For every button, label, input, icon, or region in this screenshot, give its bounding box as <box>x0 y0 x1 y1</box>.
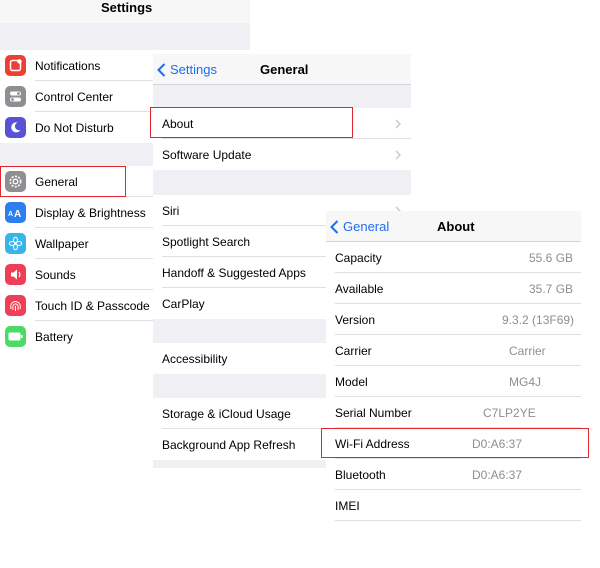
general-item-label: Siri <box>162 203 180 218</box>
settings-item-label: Wallpaper <box>35 236 89 251</box>
about-row-label: Serial Number <box>335 405 412 420</box>
about-row-label: IMEI <box>335 498 360 513</box>
chevron-right-icon <box>395 150 401 159</box>
display-brightness-icon: AA <box>5 202 26 223</box>
about-row-value: Carrier <box>509 343 546 358</box>
settings-item-label: Battery <box>35 329 74 344</box>
about-row-label: Wi-Fi Address <box>335 436 410 451</box>
speaker-icon <box>5 264 26 285</box>
back-label: General <box>343 219 390 234</box>
general-item-software-update[interactable]: Software Update <box>153 139 411 170</box>
about-row-label: Carrier <box>335 343 372 358</box>
general-item-label: Software Update <box>162 147 252 162</box>
about-row-value: C7LP2YE <box>483 405 536 420</box>
settings-item-label: Touch ID & Passcode <box>35 298 150 313</box>
about-row-model: Model MG4J <box>326 366 581 397</box>
about-row-available: Available 35.7 GB <box>326 273 581 304</box>
general-item-label: Background App Refresh <box>162 437 296 452</box>
about-row-value: D0:A6:37 <box>472 436 523 451</box>
general-item-label: Accessibility <box>162 351 228 366</box>
chevron-left-icon <box>330 219 339 234</box>
back-to-general-button[interactable]: General <box>330 219 389 234</box>
about-row-label: Model <box>335 374 368 389</box>
row-separator <box>335 520 581 521</box>
chevron-left-icon <box>157 62 166 77</box>
about-title: About <box>437 219 475 234</box>
settings-navbar: Settings <box>0 0 250 23</box>
back-to-settings-button[interactable]: Settings <box>157 62 217 77</box>
notifications-icon <box>5 55 26 76</box>
settings-item-label: Control Center <box>35 89 114 104</box>
about-row-value: 55.6 GB <box>529 250 574 265</box>
about-panel: General About Capacity 55.6 GB Available… <box>326 211 581 523</box>
general-item-label: Spotlight Search <box>162 234 251 249</box>
about-row-value: MG4J <box>509 374 542 389</box>
about-navbar: General About <box>326 211 581 242</box>
about-row-wifi-address: Wi-Fi Address D0:A6:37 <box>326 428 581 459</box>
settings-item-label: Sounds <box>35 267 76 282</box>
about-row-capacity: Capacity 55.6 GB <box>326 242 581 273</box>
gear-icon <box>5 171 26 192</box>
settings-title: Settings <box>101 0 153 15</box>
settings-item-label: General <box>35 174 78 189</box>
general-navbar: Settings General <box>153 54 411 85</box>
about-row-version: Version 9.3.2 (13F69) <box>326 304 581 335</box>
svg-text:A: A <box>8 211 13 218</box>
svg-text:A: A <box>14 209 21 218</box>
chevron-right-icon <box>395 119 401 128</box>
about-row-imei: IMEI <box>326 490 581 521</box>
general-item-label: Storage & iCloud Usage <box>162 406 291 421</box>
about-row-carrier: Carrier Carrier <box>326 335 581 366</box>
settings-item-label: Display & Brightness <box>35 205 146 220</box>
about-row-label: Version <box>335 312 376 327</box>
control-center-icon <box>5 86 26 107</box>
about-row-label: Capacity <box>335 250 382 265</box>
battery-icon <box>5 326 26 347</box>
moon-icon <box>5 117 26 138</box>
general-item-label: About <box>162 116 194 131</box>
wallpaper-icon <box>5 233 26 254</box>
about-row-value: 9.3.2 (13F69) <box>502 312 575 327</box>
back-label: Settings <box>170 62 217 77</box>
general-item-label: CarPlay <box>162 296 205 311</box>
settings-item-label: Do Not Disturb <box>35 120 114 135</box>
about-row-serial-number: Serial Number C7LP2YE <box>326 397 581 428</box>
general-item-about[interactable]: About <box>153 108 411 139</box>
about-row-bluetooth: Bluetooth D0:A6:37 <box>326 459 581 490</box>
about-row-value: 35.7 GB <box>529 281 574 296</box>
settings-item-label: Notifications <box>35 58 101 73</box>
fingerprint-icon <box>5 295 26 316</box>
about-row-label: Bluetooth <box>335 467 386 482</box>
general-title: General <box>260 62 309 77</box>
general-item-label: Handoff & Suggested Apps <box>162 265 306 280</box>
about-row-label: Available <box>335 281 384 296</box>
about-row-value: D0:A6:37 <box>472 467 523 482</box>
